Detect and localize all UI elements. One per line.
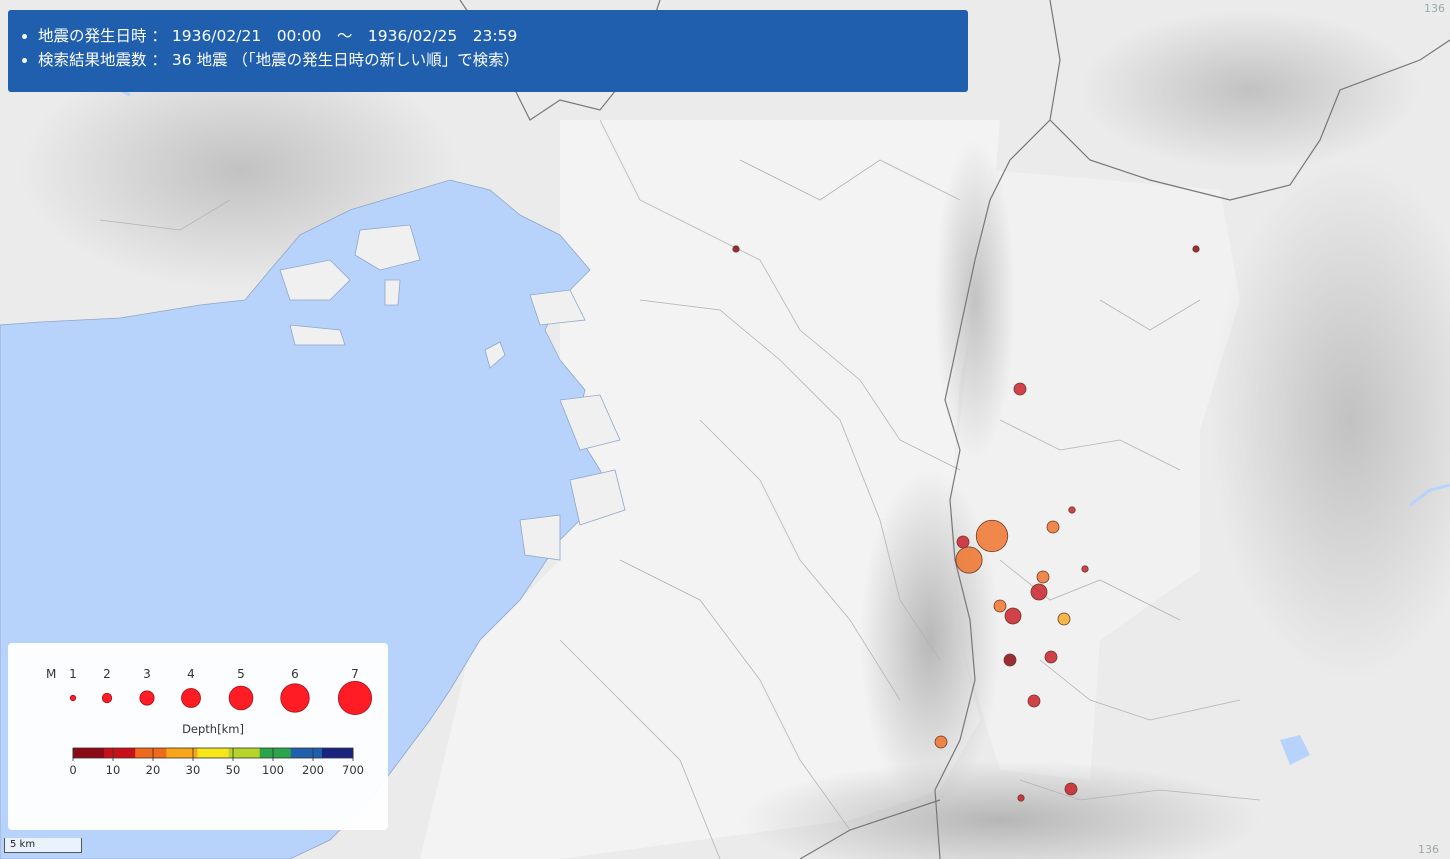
- earthquake-marker[interactable]: [1068, 506, 1076, 514]
- magnitude-symbol: [280, 683, 310, 713]
- date-range-text: 地震の発生日時 ： 1936/02/21 00:00 ～ 1936/02/25 …: [38, 24, 968, 48]
- result-count-text: 検索結果地震数 ： 36 地震 （「地震の発生日時の新しい順」で検索）: [38, 48, 968, 72]
- depth-tick-label: 50: [226, 763, 241, 777]
- corner-label-bottom: 136: [1418, 843, 1439, 856]
- depth-tick-label: 30: [186, 763, 201, 777]
- earthquake-marker[interactable]: [1017, 794, 1025, 802]
- earthquake-marker[interactable]: [1004, 607, 1022, 625]
- earthquake-marker[interactable]: [732, 245, 740, 253]
- magnitude-label: M: [46, 667, 56, 681]
- earthquake-marker[interactable]: [1030, 583, 1048, 601]
- island: [519, 514, 561, 561]
- magnitude-tick: 6: [291, 667, 299, 681]
- depth-tick-label: 100: [262, 763, 284, 777]
- depth-tick-label: 10: [106, 763, 121, 777]
- mountain-relief: [935, 140, 1015, 460]
- depth-color-segment: [197, 748, 230, 758]
- earthquake-marker[interactable]: [1081, 565, 1089, 573]
- earthquake-marker[interactable]: [1013, 382, 1027, 396]
- magnitude-tick: 7: [351, 667, 359, 681]
- earthquake-marker[interactable]: [1046, 520, 1060, 534]
- magnitude-tick: 3: [143, 667, 151, 681]
- magnitude-symbol: [139, 690, 155, 706]
- earthquake-marker[interactable]: [993, 599, 1007, 613]
- corner-label-top: 136: [1424, 2, 1445, 15]
- earthquake-marker[interactable]: [956, 535, 970, 549]
- earthquake-marker[interactable]: [1003, 653, 1017, 667]
- magnitude-tick: 1: [69, 667, 77, 681]
- magnitude-symbol: [337, 680, 373, 716]
- depth-color-segment: [321, 748, 354, 758]
- map-legend: M 1 2 3 4 5 6 7 Depth[km] 0 10 20 30 50 100 200 700: [8, 643, 388, 830]
- depth-tick-label: 20: [146, 763, 161, 777]
- earthquake-marker[interactable]: [1192, 245, 1200, 253]
- depth-color-segment: [104, 748, 136, 758]
- depth-color-segment: [290, 748, 323, 758]
- depth-color-segment: [73, 748, 105, 758]
- legend-graphic: M 1 2 3 4 5 6 7 Depth[km] 0 10 20 30 50 100 200 700: [46, 667, 373, 777]
- earthquake-marker[interactable]: [955, 546, 983, 574]
- earthquake-marker[interactable]: [1044, 650, 1058, 664]
- mountain-relief: [860, 470, 1000, 810]
- earthquake-marker[interactable]: [1027, 694, 1041, 708]
- magnitude-tick: 4: [187, 667, 195, 681]
- search-summary-panel: 地震の発生日時 ： 1936/02/21 00:00 ～ 1936/02/25 …: [8, 10, 968, 92]
- magnitude-symbol: [228, 685, 254, 711]
- depth-color-segment: [135, 748, 167, 758]
- depth-tick-label: 700: [342, 763, 364, 777]
- depth-color-segment: [259, 748, 292, 758]
- magnitude-tick: 5: [237, 667, 245, 681]
- earthquake-marker[interactable]: [934, 735, 948, 749]
- earthquake-marker[interactable]: [1036, 570, 1050, 584]
- depth-tick-label: 0: [69, 763, 76, 777]
- earthquake-marker[interactable]: [975, 519, 1009, 553]
- depth-tick-label: 200: [302, 763, 324, 777]
- scale-bar: 5 km: [4, 838, 82, 853]
- magnitude-symbol: [101, 692, 113, 704]
- island: [384, 279, 401, 306]
- magnitude-symbol: [69, 694, 77, 702]
- mountain-relief: [1080, 10, 1420, 170]
- magnitude-symbol: [181, 688, 201, 708]
- earthquake-marker[interactable]: [1057, 612, 1071, 626]
- earthquake-marker[interactable]: [1064, 782, 1078, 796]
- depth-title: Depth[km]: [182, 722, 244, 736]
- magnitude-tick: 2: [103, 667, 111, 681]
